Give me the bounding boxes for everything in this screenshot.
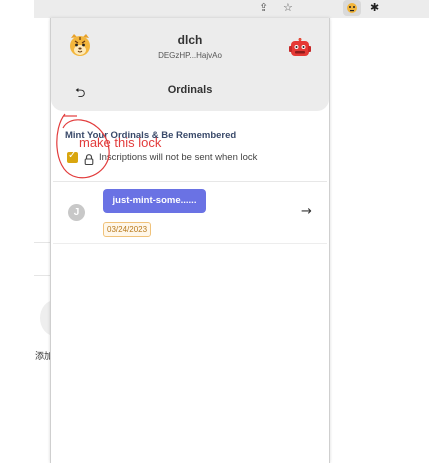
background-divider (34, 242, 50, 243)
lock-checkbox[interactable]: ✓ (67, 150, 78, 163)
star-icon[interactable]: ☆ (283, 1, 293, 15)
browser-toolbar: ⇪ ☆ ✱ (34, 0, 429, 18)
account-name: dlch (177, 33, 203, 47)
section-divider (53, 243, 327, 244)
account-address[interactable]: DEGzHP...HajvAo (51, 51, 329, 60)
arrow-right-icon[interactable]: → (301, 204, 312, 219)
background-divider (34, 275, 50, 276)
lock-label: Inscriptions will not be sent when lock (99, 152, 258, 163)
robot-icon[interactable] (289, 38, 311, 63)
check-icon: ✓ (68, 150, 77, 161)
wallet-header: dlch DEGzHP...HajvAo ⮌ Ordinals (51, 18, 329, 111)
wallet-popup: dlch DEGzHP...HajvAo ⮌ Ordinals Mint You… (50, 18, 330, 463)
annotation-text: make this lock (79, 135, 162, 150)
share-icon[interactable]: ⇪ (259, 1, 268, 15)
section-divider (53, 181, 327, 182)
inscription-avatar: J (68, 204, 85, 221)
puzzle-icon[interactable]: ✱ (370, 1, 379, 14)
extension-tiger-icon[interactable] (343, 0, 361, 16)
inscription-date-badge: 03/24/2023 (103, 222, 152, 237)
page-title: Ordinals (167, 84, 213, 96)
lock-icon (84, 152, 94, 170)
inscription-name-button[interactable]: just-mint-some...... (103, 189, 206, 213)
